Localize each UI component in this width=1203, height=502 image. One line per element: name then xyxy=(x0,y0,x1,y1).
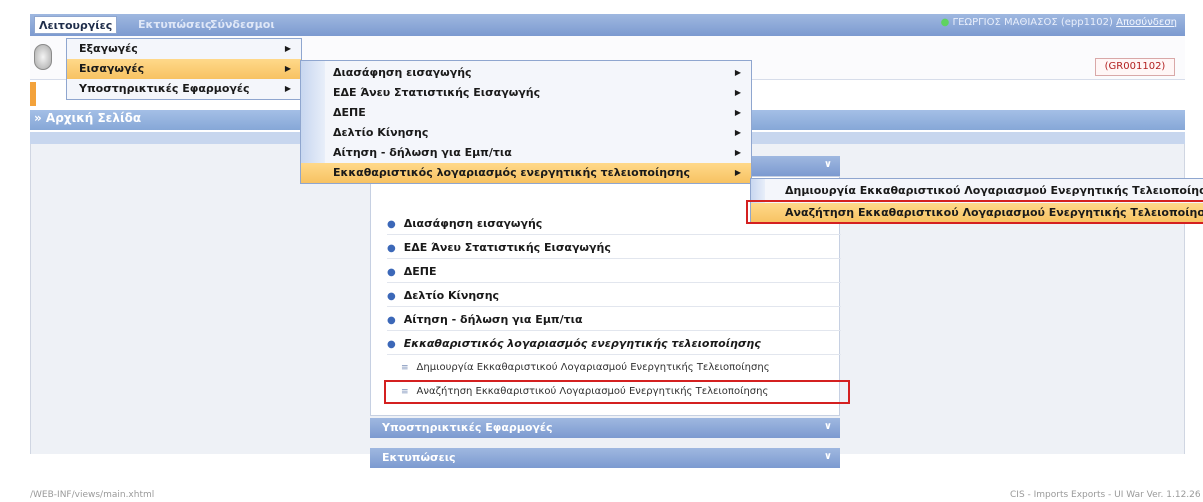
menu-item-diasafisi[interactable]: Διασάφηση εισαγωγής ▶ xyxy=(301,63,751,83)
menu-syndesmoi[interactable]: Σύνδεσμοι xyxy=(206,16,279,34)
chevron-right-icon: ▶ xyxy=(284,44,291,53)
chevron-right-icon: ▶ xyxy=(734,108,741,117)
panel-item-deltio[interactable]: ● Δελτίο Κίνησης xyxy=(387,285,841,307)
accent-strip xyxy=(30,82,36,106)
user-area: ● ΓΕΩΡΓΙΟΣ ΜΑΘΙΑΣΟΣ (epp1102) Αποσύνδεση xyxy=(941,17,1177,28)
chevron-down-icon[interactable]: ∨ xyxy=(824,451,832,462)
chevron-right-icon: ▶ xyxy=(734,148,741,157)
chevron-right-icon: ▶ xyxy=(734,88,741,97)
chevron-down-icon[interactable]: ∨ xyxy=(824,421,832,432)
menu-leitourgies[interactable]: Λειτουργίες xyxy=(34,16,118,34)
chevron-right-icon: ▶ xyxy=(734,168,741,177)
panel-header-support[interactable]: Υποστηρικτικές Εφαρμογές ∨ xyxy=(370,418,840,438)
footer-path: /WEB-INF/views/main.xhtml xyxy=(30,490,155,500)
chevron-down-icon[interactable]: ∨ xyxy=(824,159,832,170)
panel-header-prints[interactable]: Εκτυπώσεις ∨ xyxy=(370,448,840,468)
office-code: (GR001102) xyxy=(1095,58,1175,76)
menu-item-ypostiriktikes[interactable]: Υποστηρικτικές Εφαρμογές ▶ xyxy=(67,79,301,99)
chevron-right-icon: ▶ xyxy=(284,84,291,93)
footer-version: CIS - Imports Exports - UI War Ver. 1.12… xyxy=(1010,490,1201,500)
list-marker-icon: ≡ xyxy=(401,363,409,373)
bullet-icon: ● xyxy=(387,243,396,254)
panel-item-ekkatharistikos[interactable]: ● Εκκαθαριστικός λογαριασμός ενεργητικής … xyxy=(387,333,841,355)
menu-item-depe[interactable]: ΔΕΠΕ ▶ xyxy=(301,103,751,123)
bullet-icon: ● xyxy=(387,291,396,302)
menu-item-exagoges[interactable]: Εξαγωγές ▶ xyxy=(67,39,301,59)
panel-subitem-dimiourgia[interactable]: ≡ Δημιουργία Εκκαθαριστικού Λογαριασμού Ε… xyxy=(401,357,841,379)
menu-item-eisagoges[interactable]: Εισαγωγές ▶ xyxy=(67,59,301,79)
panel-item-depe[interactable]: ● ΔΕΠΕ xyxy=(387,261,841,283)
chevron-right-icon: ▶ xyxy=(734,68,741,77)
panel-item-ede[interactable]: ● ΕΔΕ Άνευ Στατιστικής Εισαγωγής xyxy=(387,237,841,259)
breadcrumb[interactable]: » Αρχική Σελίδα xyxy=(34,111,141,125)
chevron-right-icon: ▶ xyxy=(284,64,291,73)
panel-item-aitisi[interactable]: ● Αίτηση - δήλωση για Εμπ/τια xyxy=(387,309,841,331)
highlight-box-menu xyxy=(746,200,1203,224)
menu-item-ede[interactable]: ΕΔΕ Άνευ Στατιστικής Εισαγωγής ▶ xyxy=(301,83,751,103)
menu-item-aitisi[interactable]: Αίτηση - δήλωση για Εμπ/τια ▶ xyxy=(301,143,751,163)
menu-item-ekkatharistikos[interactable]: Εκκαθαριστικός λογαριασμός ενεργητικής τ… xyxy=(301,163,751,183)
dropdown-menu-level1: Εξαγωγές ▶ Εισαγωγές ▶ Υποστηρικτικές Εφαρ… xyxy=(66,38,302,100)
bullet-icon: ● xyxy=(387,315,396,326)
logout-link[interactable]: Αποσύνδεση xyxy=(1116,17,1177,28)
menu-item-deltio[interactable]: Δελτίο Κίνησης ▶ xyxy=(301,123,751,143)
menu-ektyposeis[interactable]: Εκτυπώσεις xyxy=(134,16,216,34)
dropdown-menu-level2: Διασάφηση εισαγωγής ▶ ΕΔΕ Άνευ Στατιστική… xyxy=(300,60,752,184)
user-name: ΓΕΩΡΓΙΟΣ ΜΑΘΙΑΣΟΣ (epp1102) xyxy=(952,17,1113,28)
bullet-icon: ● xyxy=(387,267,396,278)
highlight-box-panel xyxy=(384,380,850,404)
chevron-right-icon: ▶ xyxy=(734,128,741,137)
top-menu-bar: Λειτουργίες Εκτυπώσεις Σύνδεσμοι ● ΓΕΩΡΓ… xyxy=(30,14,1185,36)
bullet-icon: ● xyxy=(387,339,396,350)
logo-icon xyxy=(34,44,52,70)
user-icon: ● xyxy=(940,17,950,28)
bullet-icon: ● xyxy=(387,219,396,230)
menu-item-dimiourgia[interactable]: Δημιουργία Εκκαθαριστικού Λογαριασμού Εν… xyxy=(751,181,1203,201)
